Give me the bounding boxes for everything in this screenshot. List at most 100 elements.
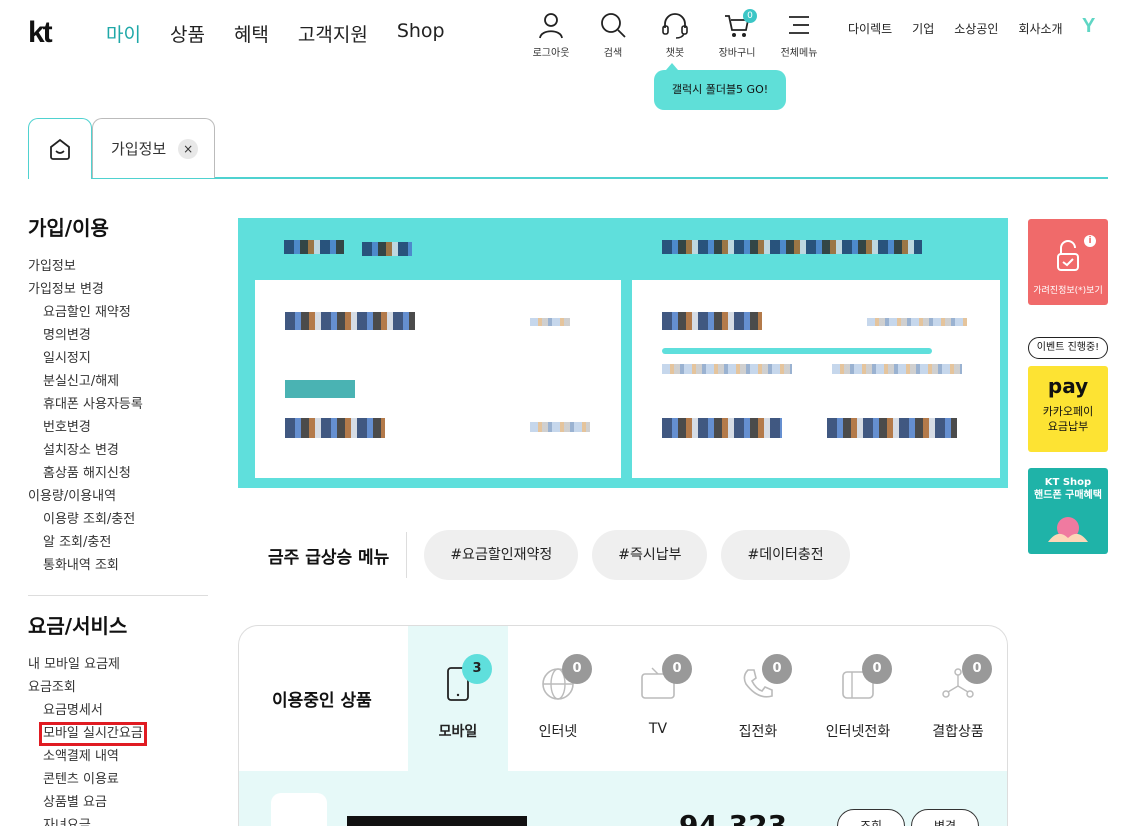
product-tab[interactable]: 0 TV [608,626,708,771]
nav-support[interactable]: 고객지원 [298,20,368,47]
sidebar-item[interactable]: 요금할인 재약정 [28,301,208,324]
kakaopay-banner[interactable]: pay 카카오페이 요금납부 [1028,366,1108,452]
sidebar-item-label: 가입정보 [28,259,76,274]
sidebar-item[interactable]: 콘텐츠 이용료 [28,768,208,791]
user-icon [539,13,563,39]
sidebar-item-label: 모바일 실시간요금 [39,722,147,746]
sidebar-item[interactable]: 모바일 실시간요금 [28,722,208,746]
product-tab-label: 결합상품 [932,724,984,740]
kt-logo[interactable]: kt [28,16,53,50]
change-button[interactable]: 변경 [911,809,979,826]
y-logo[interactable]: Y [1082,15,1095,38]
sidebar-item-label: 번호변경 [43,420,91,435]
link-company[interactable]: 회사소개 [1018,20,1062,37]
sidebar-item[interactable]: 내 모바일 요금제 [28,653,208,676]
sidebar-item-label: 요금명세서 [43,703,103,718]
sidebar-item[interactable]: 이용량 조회/충전 [28,508,208,531]
kt-shop-text2: 핸드폰 구매혜택 [1034,490,1102,501]
sidebar-item[interactable]: 번호변경 [28,416,208,439]
product-tab-label: 집전화 [738,724,778,740]
sidebar-item[interactable]: 요금명세서 [28,699,208,722]
tab-home[interactable] [28,118,92,179]
close-icon[interactable]: × [178,138,199,159]
nav-products[interactable]: 상품 [170,20,205,47]
utility-menu: 로그아웃 검색 챗봇 0 장바구니 전체메뉴 [520,9,830,59]
masked-text [662,364,792,374]
products-in-use: 이용중인 상품 3 모바일 0 인터넷 0 TV 0 집전화 0 인터넷전화 0 결합상품 94,32… [238,625,1008,826]
hidden-info-banner[interactable]: i 가려진정보(*)보기 [1028,219,1108,305]
sidebar-item[interactable]: 통화내역 조회 [28,554,208,577]
sidebar-item[interactable]: 이용량/이용내역 [28,485,208,508]
search-icon [601,13,626,38]
unlock-icon [1057,240,1079,271]
sidebar-item[interactable]: 가입정보 변경 [28,278,208,301]
all-menu-button[interactable]: 전체메뉴 [768,10,830,59]
sidebar-item-label: 설치장소 변경 [43,443,119,458]
product-count-badge: 0 [862,654,892,684]
product-tab-label: TV [648,721,668,737]
sidebar-section-title: 가입/이용 [28,216,109,240]
nav-benefits[interactable]: 혜택 [234,20,269,47]
sidebar-item[interactable]: 분실신고/해제 [28,370,208,393]
menu-icon [789,16,809,34]
sidebar-item-label: 알 조회/충전 [43,535,112,550]
sidebar-section-billing: 내 모바일 요금제요금조회요금명세서모바일 실시간요금 소액결제 내역콘텐츠 이용… [28,653,208,826]
product-tab[interactable]: 0 결합상품 [908,626,1007,771]
summary-right-panel [632,280,1000,478]
product-count-badge: 0 [762,654,792,684]
usage-progress-bar [662,348,932,354]
masked-text [832,364,962,374]
sidebar-item[interactable]: 요금조회 [28,676,208,699]
nav-shop[interactable]: Shop [397,20,445,47]
masked-text [285,380,355,398]
promo-tooltip[interactable]: 갤럭시 폴더블5 GO! [654,63,786,110]
sidebar-item-label: 자녀요금 [43,818,91,826]
chatbot-label: 챗봇 [665,48,685,59]
sidebar-item[interactable]: 자녀요금 [28,814,208,826]
tabs-underline [92,177,1108,179]
product-tab[interactable]: 0 인터넷 [508,626,608,771]
masked-text [362,242,412,256]
masked-text [284,240,344,254]
sidebar-item[interactable]: 알 조회/충전 [28,531,208,554]
sidebar-item-label: 콘텐츠 이용료 [43,772,119,787]
product-detail: 94,323 조회 변경 [239,771,1007,826]
sidebar-divider [28,595,208,596]
event-badge: 이벤트 진행중! [1028,337,1108,359]
product-tab[interactable]: 0 집전화 [708,626,808,771]
cart-label: 장바구니 [718,48,756,59]
kt-shop-banner[interactable]: KT Shop 핸드폰 구매혜택 [1028,468,1108,554]
sidebar-item-label: 상품별 요금 [43,795,107,810]
sidebar-item[interactable]: 소액결제 내역 [28,745,208,768]
link-enterprise[interactable]: 기업 [912,20,934,37]
sidebar-item-label: 요금조회 [28,680,76,695]
sidebar-item[interactable]: 상품별 요금 [28,791,208,814]
view-button[interactable]: 조회 [837,809,905,826]
chip-instant-pay[interactable]: #즉시납부 [592,530,708,580]
sidebar-section-title: 요금/서비스 [28,614,128,638]
masked-text [530,422,590,432]
tab-join-info[interactable]: 가입정보 × [92,118,215,178]
logout-button[interactable]: 로그아웃 [520,10,582,59]
sidebar-item[interactable]: 휴대폰 사용자등록 [28,393,208,416]
search-button[interactable]: 검색 [582,10,644,59]
product-tab[interactable]: 0 인터넷전화 [808,626,908,771]
chip-data-charge[interactable]: #데이터충전 [721,530,850,580]
link-small-business[interactable]: 소상공인 [954,20,998,37]
sidebar-item[interactable]: 설치장소 변경 [28,439,208,462]
product-tab[interactable]: 3 모바일 [408,626,508,771]
sidebar-item[interactable]: 홈상품 해지신청 [28,462,208,485]
chip-discount-renewal[interactable]: #요금할인재약정 [424,530,579,580]
cart-button[interactable]: 0 장바구니 [706,9,768,59]
sidebar-item[interactable]: 명의변경 [28,324,208,347]
nav-my[interactable]: 마이 [106,20,141,47]
sidebar-item[interactable]: 가입정보 [28,255,208,278]
sidebar: 가입/이용 가입정보가입정보 변경 요금할인 재약정 명의변경 일시정지 분실신고/해제… [28,212,208,826]
chatbot-button[interactable]: 챗봇 [644,10,706,59]
home-icon [50,138,70,160]
sidebar-item[interactable]: 일시정지 [28,347,208,370]
product-tab-label: 모바일 [438,724,478,740]
info-icon: i [1084,235,1096,247]
link-direct[interactable]: 다이렉트 [848,20,892,37]
trending-menu: 금주 급상승 메뉴 #요금할인재약정 #즉시납부 #데이터충전 [268,530,864,580]
